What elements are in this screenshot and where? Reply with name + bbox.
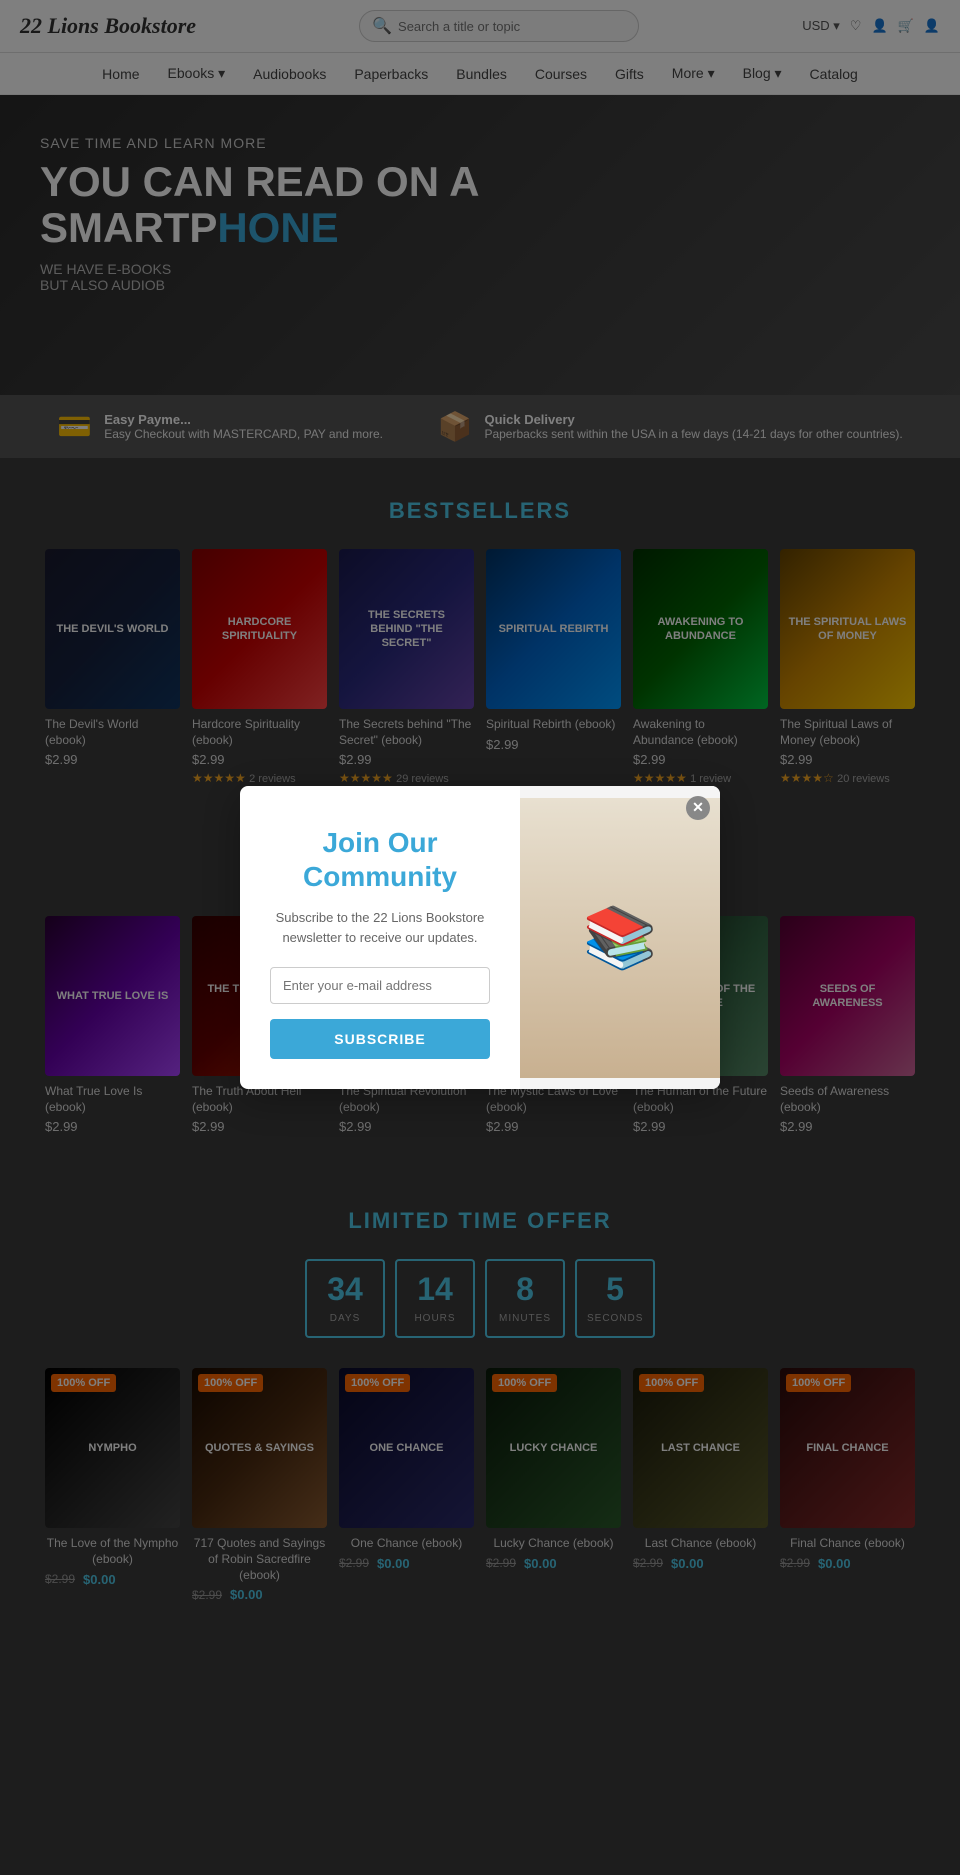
modal-person-image: 📚 — [520, 798, 720, 1078]
modal-image: 📚 — [520, 786, 720, 1089]
modal-close-button[interactable]: ✕ — [686, 796, 710, 820]
modal-overlay[interactable]: ✕ Join Our Community Subscribe to the 22… — [0, 0, 960, 1875]
modal: ✕ Join Our Community Subscribe to the 22… — [240, 786, 720, 1089]
modal-content: Join Our Community Subscribe to the 22 L… — [240, 786, 520, 1089]
email-input[interactable] — [270, 967, 490, 1004]
modal-title: Join Our Community — [270, 826, 490, 893]
subscribe-button[interactable]: SUBSCRIBE — [270, 1019, 490, 1059]
modal-description: Subscribe to the 22 Lions Bookstore news… — [270, 908, 490, 947]
